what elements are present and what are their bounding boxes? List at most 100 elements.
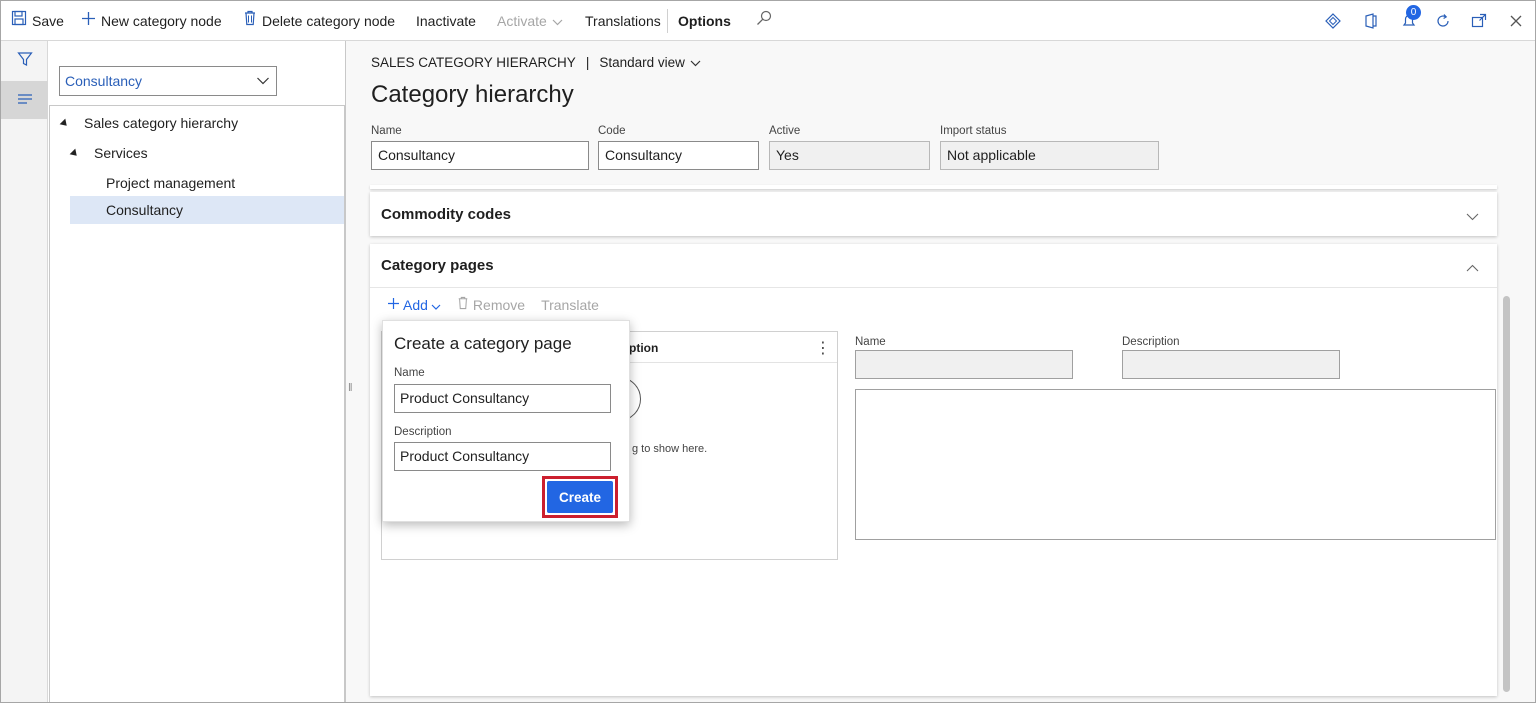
dialog-name-input[interactable]: Product Consultancy xyxy=(394,384,611,413)
dialog-description-input[interactable]: Product Consultancy xyxy=(394,442,611,471)
active-field: Yes xyxy=(769,141,930,170)
options-tab[interactable]: Options xyxy=(678,1,731,41)
tree-node-consultancy[interactable]: Consultancy xyxy=(70,196,344,224)
page-title: Category hierarchy xyxy=(371,81,574,108)
pane-splitter[interactable] xyxy=(345,41,346,702)
detail-description-field[interactable] xyxy=(1122,350,1340,379)
section-divider xyxy=(370,287,1497,288)
notifications-button[interactable]: 0 xyxy=(1401,1,1421,41)
breadcrumb-separator: | xyxy=(585,55,590,70)
import-status-label: Import status xyxy=(940,125,1007,137)
office-icon xyxy=(1363,13,1379,29)
new-category-node-button[interactable]: New category node xyxy=(81,1,222,41)
remove-label: Remove xyxy=(472,296,526,313)
translate-label: Translate xyxy=(541,296,599,313)
close-button[interactable] xyxy=(1508,1,1524,41)
filter-button[interactable] xyxy=(1,41,48,79)
save-icon xyxy=(11,1,27,41)
options-label: Options xyxy=(678,13,731,29)
code-field[interactable]: Consultancy xyxy=(598,141,759,170)
chevron-up-icon[interactable] xyxy=(1466,259,1479,275)
chevron-down-icon[interactable] xyxy=(1466,208,1479,224)
save-button[interactable]: Save xyxy=(11,1,64,41)
notification-icon: 0 xyxy=(1401,5,1421,29)
hierarchy-node-selector[interactable]: Consultancy xyxy=(59,66,277,96)
plus-icon xyxy=(81,1,96,41)
close-icon xyxy=(1508,13,1524,29)
notification-badge: 0 xyxy=(1406,5,1421,20)
tree-node-services[interactable]: Services xyxy=(69,139,148,167)
import-status-field: Not applicable xyxy=(940,141,1159,170)
chevron-down-icon xyxy=(431,297,441,313)
dialog-name-label: Name xyxy=(394,367,425,379)
office-icon-button[interactable] xyxy=(1363,1,1379,41)
detail-name-field[interactable] xyxy=(855,350,1073,379)
category-tree: Sales category hierarchy Services Projec… xyxy=(49,105,345,702)
vertical-scrollbar[interactable] xyxy=(1503,296,1510,692)
breadcrumb-form-name: SALES CATEGORY HIERARCHY xyxy=(371,55,576,70)
search-icon xyxy=(756,1,772,41)
remove-button[interactable]: Remove xyxy=(457,296,525,313)
more-options-icon[interactable]: ⋮ xyxy=(815,338,831,358)
list-view-button[interactable] xyxy=(1,81,48,119)
tree-node-label: Consultancy xyxy=(106,202,184,218)
commodity-codes-title: Commodity codes xyxy=(381,206,512,223)
empty-state-text: g to show here. xyxy=(632,443,708,455)
diamond-icon-button[interactable] xyxy=(1325,1,1341,41)
chevron-down-icon xyxy=(552,1,563,41)
toolbar-divider xyxy=(667,9,668,33)
category-pages-toolbar: Add Remove Translate xyxy=(387,296,599,313)
detail-description-label: Description xyxy=(1122,336,1180,348)
hierarchy-tree-panel: Consultancy Sales category hierarchy Ser… xyxy=(49,41,345,702)
plus-icon xyxy=(387,297,400,313)
translations-button[interactable]: Translations xyxy=(585,1,661,41)
create-category-page-dialog: Create a category page Name Product Cons… xyxy=(382,320,630,522)
delete-category-node-button[interactable]: Delete category node xyxy=(243,1,395,41)
commodity-codes-section[interactable]: Commodity codes xyxy=(370,192,1497,236)
splitter-grip-icon[interactable]: ‖ xyxy=(348,382,353,394)
dialog-title: Create a category page xyxy=(394,334,572,353)
inactivate-label: Inactivate xyxy=(416,13,476,29)
card-divider xyxy=(370,185,1497,189)
open-new-window-button[interactable] xyxy=(1471,1,1487,41)
view-selector[interactable]: Standard view xyxy=(599,55,701,70)
expand-triangle-icon[interactable] xyxy=(69,148,80,159)
chevron-down-icon xyxy=(256,74,270,91)
list-icon xyxy=(17,92,33,108)
inactivate-button[interactable]: Inactivate xyxy=(416,1,476,41)
search-button[interactable] xyxy=(756,1,772,41)
category-pages-title: Category pages xyxy=(381,257,494,274)
add-button[interactable]: Add xyxy=(387,297,441,313)
tree-node-label: Sales category hierarchy xyxy=(84,115,239,131)
translate-button[interactable]: Translate xyxy=(541,297,599,313)
action-pane: Save New category node Delete category n… xyxy=(1,1,1535,41)
activate-button[interactable]: Activate xyxy=(497,1,563,41)
page-content-area[interactable] xyxy=(855,389,1496,540)
name-field[interactable]: Consultancy xyxy=(371,141,589,170)
tree-node-sales-category-hierarchy[interactable]: Sales category hierarchy xyxy=(59,109,239,137)
new-category-node-label: New category node xyxy=(101,13,222,29)
save-label: Save xyxy=(32,13,64,29)
code-field-label: Code xyxy=(598,125,626,137)
create-button[interactable]: Create xyxy=(547,481,613,513)
expand-triangle-icon[interactable] xyxy=(59,118,70,129)
delete-category-node-label: Delete category node xyxy=(262,13,396,29)
filter-icon xyxy=(16,51,33,70)
refresh-icon xyxy=(1435,13,1451,29)
tree-node-project-management[interactable]: Project management xyxy=(106,169,235,197)
active-field-label: Active xyxy=(769,125,801,137)
refresh-button[interactable] xyxy=(1435,1,1451,41)
tree-node-label: Services xyxy=(94,145,148,161)
diamond-icon xyxy=(1325,13,1341,29)
name-field-label: Name xyxy=(371,125,402,137)
translations-label: Translations xyxy=(585,13,661,29)
dialog-description-label: Description xyxy=(394,426,452,438)
detail-name-label: Name xyxy=(855,336,886,348)
popout-icon xyxy=(1471,13,1487,29)
trash-icon xyxy=(243,1,257,41)
navigation-rail xyxy=(1,41,48,702)
add-label: Add xyxy=(403,296,428,313)
trash-icon xyxy=(457,296,469,313)
tree-node-label: Project management xyxy=(106,175,236,191)
activate-label: Activate xyxy=(497,13,547,29)
